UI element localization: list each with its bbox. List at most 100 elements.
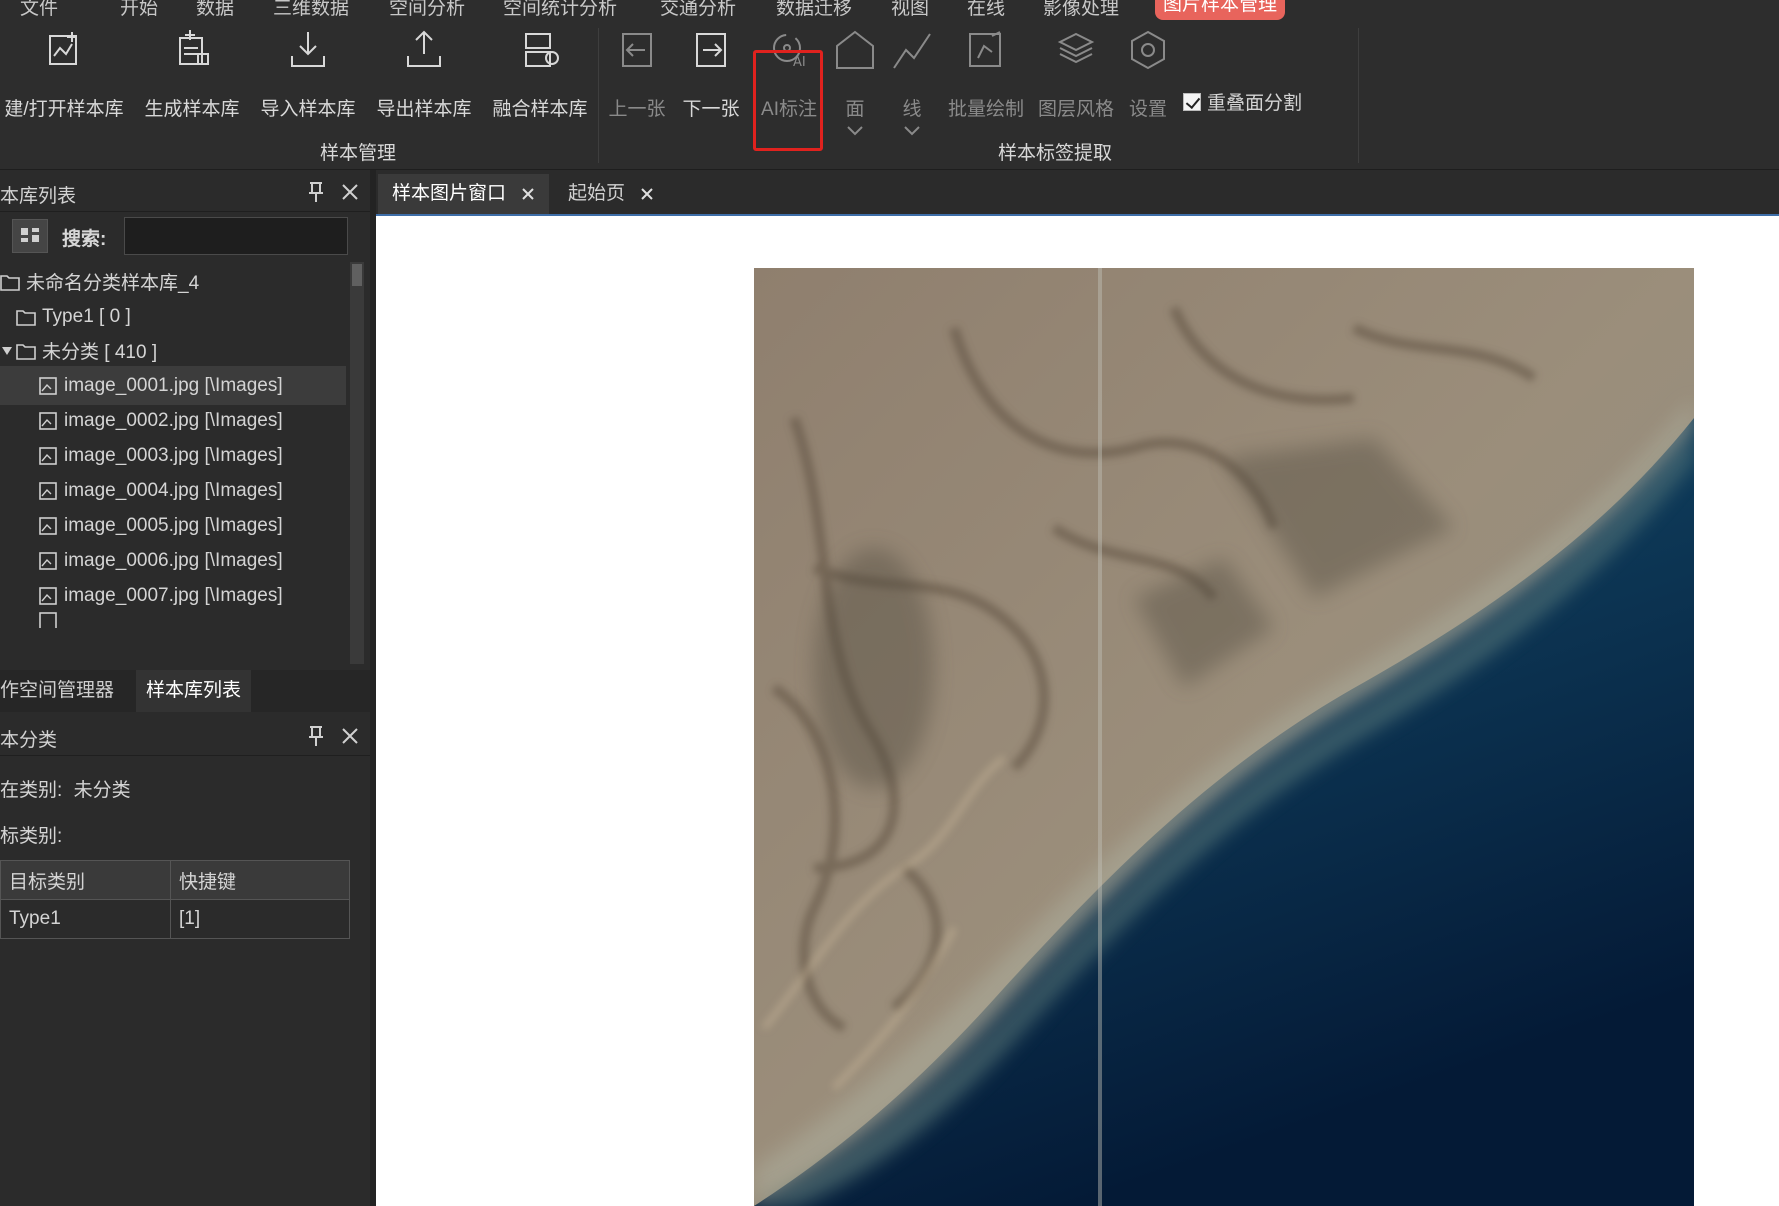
grid-view-icon	[21, 228, 39, 242]
tab-sample-library-list[interactable]: 样本库列表	[136, 670, 252, 712]
line-draw-button[interactable]: 线	[887, 28, 937, 137]
bottom-panel-tabs: 作空间管理器 样本库列表	[0, 670, 370, 712]
sample-image-canvas[interactable]	[376, 216, 1779, 1206]
satellite-sample-image[interactable]	[754, 268, 1694, 1206]
open-sample-library-button[interactable]: 建/打开样本库	[0, 28, 128, 121]
tree-file-label: image_0003.jpg [\Images]	[64, 444, 283, 466]
sample-library-tree: 未命名分类样本库_4 Type1 [ 0 ] 未分类 [ 410 ] image…	[0, 262, 350, 664]
import-sample-library-button[interactable]: 导入样本库	[256, 28, 360, 121]
export-sample-library-button[interactable]: 导出样本库	[372, 28, 476, 121]
polygon-icon	[836, 30, 874, 69]
menu-image-sample-management[interactable]: 图片样本管理	[1155, 0, 1286, 20]
layer-style-button[interactable]: 图层风格	[1034, 28, 1118, 121]
column-header-target-class[interactable]: 目标类别	[0, 860, 171, 900]
arrow-right-icon	[696, 33, 726, 67]
tree-root-item[interactable]: 未命名分类样本库_4	[0, 262, 346, 301]
tree-scrollbar[interactable]	[350, 262, 364, 664]
tree-root-label: 未命名分类样本库_4	[26, 273, 200, 294]
settings-button[interactable]: 设置	[1122, 28, 1174, 121]
tree-file-item[interactable]: image_0001.jpg [\Images]	[0, 366, 346, 405]
tree-item-unclassified[interactable]: 未分类 [ 410 ]	[0, 331, 346, 370]
next-image-label: 下一张	[682, 99, 740, 120]
scrollbar-thumb[interactable]	[352, 264, 362, 286]
current-class-label: 在类别:	[0, 780, 63, 801]
previous-image-button[interactable]: 上一张	[604, 28, 670, 121]
tree-file-item[interactable]: image_0005.jpg [\Images]	[0, 506, 346, 545]
tree-file-item[interactable]: image_0002.jpg [\Images]	[0, 401, 346, 440]
image-file-icon	[39, 586, 57, 605]
batch-draw-label: 批量绘制	[947, 99, 1024, 120]
tree-item-unclassified-label: 未分类 [ 410 ]	[42, 342, 158, 363]
merge-sample-library-button[interactable]: 融合样本库	[488, 28, 592, 121]
chevron-down-icon[interactable]	[903, 125, 921, 137]
pin-icon[interactable]	[306, 725, 326, 747]
menu-data[interactable]: 数据	[196, 0, 234, 20]
target-class-label: 标类别:	[0, 826, 63, 847]
pin-icon[interactable]	[306, 181, 326, 203]
image-file-icon	[39, 376, 57, 395]
class-panel-title: 本分类	[0, 730, 58, 751]
menu-3d-data[interactable]: 三维数据	[273, 0, 349, 20]
expand-triangle-icon[interactable]	[0, 345, 14, 357]
polyline-icon	[893, 33, 931, 69]
menu-start[interactable]: 开始	[120, 0, 158, 20]
layer-style-label: 图层风格	[1037, 99, 1114, 120]
next-image-button[interactable]: 下一张	[678, 28, 744, 121]
table-cell-shortcut[interactable]: [1]	[170, 899, 350, 939]
overlap-split-checkbox[interactable]: 重叠面分割	[1183, 88, 1302, 115]
line-draw-label: 线	[902, 99, 922, 120]
tab-sample-image-window-label: 样本图片窗口	[392, 183, 507, 204]
tab-sample-image-window[interactable]: 样本图片窗口	[378, 174, 550, 214]
polygon-draw-button[interactable]: 面	[830, 28, 880, 137]
merge-library-icon	[525, 33, 559, 67]
polygon-draw-label: 面	[845, 99, 865, 120]
tree-file-item[interactable]: image_0003.jpg [\Images]	[0, 436, 346, 475]
table-cell-class[interactable]: Type1	[0, 899, 171, 939]
menu-image-processing[interactable]: 影像处理	[1043, 0, 1119, 20]
close-icon[interactable]	[340, 182, 360, 202]
previous-image-label: 上一张	[608, 99, 666, 120]
menu-data-migration[interactable]: 数据迁移	[776, 0, 852, 20]
image-file-icon	[39, 446, 57, 465]
image-file-icon	[39, 612, 57, 628]
tab-workspace-manager[interactable]: 作空间管理器	[0, 670, 124, 712]
export-icon	[407, 30, 441, 67]
class-panel-header: 本分类	[0, 718, 370, 756]
menu-traffic-analysis[interactable]: 交通分析	[660, 0, 736, 20]
generate-sample-library-button[interactable]: 生成样本库	[140, 28, 244, 121]
column-header-shortcut[interactable]: 快捷键	[170, 860, 350, 900]
library-panel-header: 本库列表	[0, 174, 370, 212]
tree-file-item-partial[interactable]	[0, 612, 346, 628]
search-label: 搜索:	[62, 229, 107, 250]
settings-label: 设置	[1128, 99, 1167, 120]
menu-online[interactable]: 在线	[967, 0, 1005, 20]
tree-file-label: image_0002.jpg [\Images]	[64, 409, 283, 431]
target-class-table: 目标类别 快捷键 Type1 [1]	[0, 860, 350, 939]
close-icon[interactable]	[521, 187, 535, 201]
menu-spatial-analysis[interactable]: 空间分析	[389, 0, 465, 20]
current-class-row: 在类别: 未分类	[0, 775, 131, 802]
menu-view[interactable]: 视图	[891, 0, 929, 20]
checkbox-checked-icon[interactable]	[1183, 92, 1201, 111]
tree-file-item[interactable]: image_0007.jpg [\Images]	[0, 576, 346, 615]
menu-bar: 文件 开始 数据 三维数据 空间分析 空间统计分析 交通分析 数据迁移 视图 在…	[0, 0, 1779, 20]
generate-library-icon	[179, 30, 209, 65]
ribbon-separator	[1358, 28, 1359, 163]
chevron-down-icon[interactable]	[846, 125, 864, 137]
search-input[interactable]	[124, 217, 348, 255]
batch-draw-button[interactable]: 批量绘制	[944, 28, 1028, 121]
menu-spatial-statistics[interactable]: 空间统计分析	[503, 0, 617, 20]
menu-file[interactable]: 文件	[20, 0, 58, 20]
tab-start-page[interactable]: 起始页	[554, 174, 668, 214]
close-icon[interactable]	[340, 726, 360, 746]
tree-file-label: image_0005.jpg [\Images]	[64, 514, 283, 536]
view-toggle-button[interactable]	[12, 219, 48, 253]
tree-file-item[interactable]: image_0006.jpg [\Images]	[0, 541, 346, 580]
label-extraction-group-label: 样本标签提取	[998, 143, 1113, 164]
tree-item-type1-label: Type1 [ 0 ]	[42, 305, 131, 327]
ribbon-separator	[598, 28, 599, 163]
tree-file-item[interactable]: image_0004.jpg [\Images]	[0, 471, 346, 510]
close-icon[interactable]	[640, 187, 654, 201]
table-row[interactable]: Type1 [1]	[0, 899, 350, 939]
merge-sample-library-label: 融合样本库	[492, 99, 588, 120]
